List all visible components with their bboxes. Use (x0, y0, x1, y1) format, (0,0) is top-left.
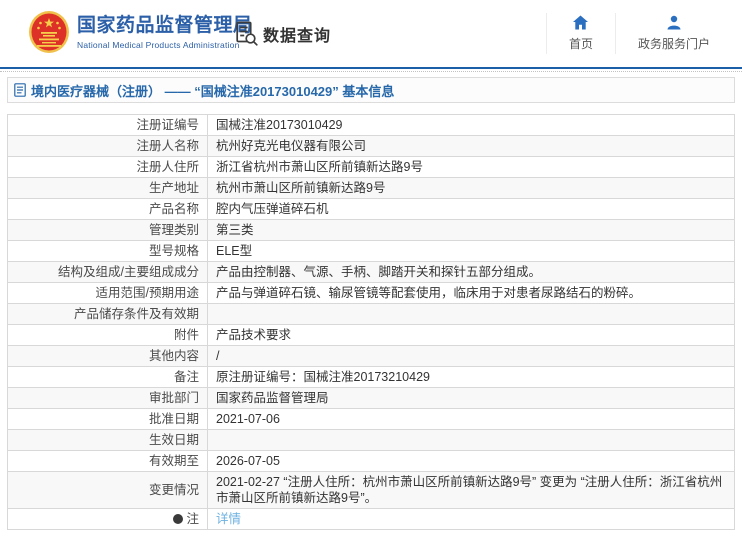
row-label: 型号规格 (7, 240, 208, 262)
row-label: 审批部门 (7, 387, 208, 409)
row-value: 2026-07-05 (207, 450, 735, 472)
org-name-zh: 国家药品监督管理局 (77, 14, 253, 36)
row-label: 管理类别 (7, 219, 208, 241)
row-value (207, 429, 735, 451)
table-row: 注册证编号 国械注准20173010429 (7, 114, 735, 136)
row-label: 适用范围/预期用途 (7, 282, 208, 304)
nmpa-logo[interactable]: 国家药品监督管理局 National Medical Products Admi… (28, 10, 253, 54)
info-table-body: 注册证编号 国械注准20173010429 注册人名称 杭州好克光电仪器有限公司 注册人… (7, 114, 735, 530)
table-row: 审批部门 国家药品监督管理局 (7, 387, 735, 409)
row-value: 原注册证编号：国械注准20173210429 (207, 366, 735, 388)
table-row: 注册人名称 杭州好克光电仪器有限公司 (7, 135, 735, 157)
table-row: 注册人住所 浙江省杭州市萧山区所前镇新达路9号 (7, 156, 735, 178)
nav-item-home[interactable]: 首页 (545, 13, 615, 54)
row-label: 注册人名称 (7, 135, 208, 157)
table-row: 产品储存条件及有效期 (7, 303, 735, 325)
data-query-label: 数据查询 (263, 27, 332, 45)
nav-item-gov-portal[interactable]: 政务服务门户 (614, 13, 732, 54)
row-label: 生产地址 (7, 177, 208, 199)
row-label: 附件 (7, 324, 208, 346)
table-row: 型号规格 ELE型 (7, 240, 735, 262)
row-value: 2021-07-06 (207, 408, 735, 430)
row-value: 产品由控制器、气源、手柄、脚踏开关和探针五部分组成。 (207, 261, 735, 283)
breadcrumb: 境内医疗器械（注册） —— “国械注准20173010429” 基本信息 (7, 77, 735, 103)
row-value: 浙江省杭州市萧山区所前镇新达路9号 (207, 156, 735, 178)
registration-info-table: 注册证编号 国械注准20173010429 注册人名称 杭州好克光电仪器有限公司 注册人… (7, 114, 735, 530)
home-icon (572, 15, 589, 30)
document-search-icon (236, 21, 259, 46)
row-label: 产品名称 (7, 198, 208, 220)
org-name-en: National Medical Products Administration (77, 39, 240, 50)
row-value: 产品与弹道碎石镜、输尿管镜等配套使用，临床用于对患者尿路结石的粉碎。 (207, 282, 735, 304)
table-row: 备注 原注册证编号：国械注准20173210429 (7, 366, 735, 388)
nav-item-label: 政务服务门户 (637, 37, 710, 51)
row-value: / (207, 345, 735, 367)
row-value: 国家药品监督管理局 (207, 387, 735, 409)
row-value: 杭州市萧山区所前镇新达路9号 (207, 177, 735, 199)
row-label: 备注 (7, 366, 208, 388)
row-value: 第三类 (207, 219, 735, 241)
table-row: 批准日期 2021-07-06 (7, 408, 735, 430)
table-row: 管理类别 第三类 (7, 219, 735, 241)
row-label: 注册人住所 (7, 156, 208, 178)
table-row: 注详情 (7, 508, 735, 530)
site-header: 国家药品监督管理局 National Medical Products Admi… (0, 0, 742, 69)
row-value: ELE型 (207, 240, 735, 262)
row-value: 腔内气压弹道碎石机 (207, 198, 735, 220)
table-row: 变更情况 2021-02-27 “注册人住所：杭州市萧山区所前镇新达路9号” 变更… (7, 471, 735, 509)
row-label: 注 (7, 508, 208, 530)
table-row: 结构及组成/主要组成成分 产品由控制器、气源、手柄、脚踏开关和探针五部分组成。 (7, 261, 735, 283)
person-icon (666, 15, 682, 30)
row-label: 其他内容 (7, 345, 208, 367)
row-value: 详情 (207, 508, 735, 530)
table-row: 生产地址 杭州市萧山区所前镇新达路9号 (7, 177, 735, 199)
row-value: 2021-02-27 “注册人住所：杭州市萧山区所前镇新达路9号” 变更为 “注… (207, 471, 735, 509)
top-nav: 首页 政务服务门户 (545, 13, 732, 54)
row-value: 产品技术要求 (207, 324, 735, 346)
row-value: 国械注准20173010429 (207, 114, 735, 136)
row-label: 结构及组成/主要组成成分 (7, 261, 208, 283)
breadcrumb-text: 境内医疗器械（注册） —— “国械注准20173010429” 基本信息 (31, 83, 395, 99)
main-content: 境内医疗器械（注册） —— “国械注准20173010429” 基本信息 注册证… (0, 72, 742, 530)
row-label: 批准日期 (7, 408, 208, 430)
table-row: 适用范围/预期用途 产品与弹道碎石镜、输尿管镜等配套使用，临床用于对患者尿路结石的… (7, 282, 735, 304)
nav-item-label: 首页 (568, 37, 593, 51)
row-label: 有效期至 (7, 450, 208, 472)
row-value: 杭州好克光电仪器有限公司 (207, 135, 735, 157)
note-icon (173, 514, 184, 524)
row-label: 产品储存条件及有效期 (7, 303, 208, 325)
page-icon (14, 83, 26, 97)
data-query-nav[interactable]: 数据查询 (236, 21, 331, 46)
detail-link[interactable]: 详情 (216, 512, 241, 526)
table-row: 产品名称 腔内气压弹道碎石机 (7, 198, 735, 220)
row-label: 生效日期 (7, 429, 208, 451)
row-label: 变更情况 (7, 471, 208, 509)
table-row: 附件 产品技术要求 (7, 324, 735, 346)
table-row: 其他内容 / (7, 345, 735, 367)
row-value (207, 303, 735, 325)
table-row: 有效期至 2026-07-05 (7, 450, 735, 472)
table-row: 生效日期 (7, 429, 735, 451)
row-label: 注册证编号 (7, 114, 208, 136)
national-emblem-icon (28, 10, 70, 54)
